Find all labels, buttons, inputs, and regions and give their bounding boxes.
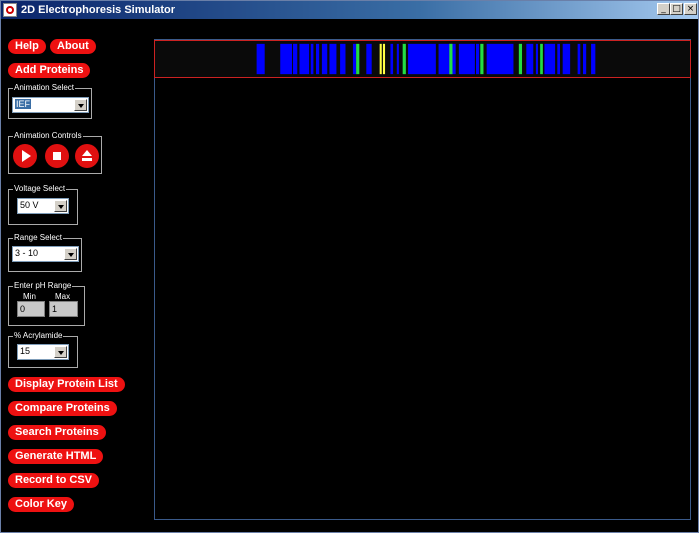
about-button[interactable]: About <box>50 39 96 54</box>
protein-band <box>476 43 480 75</box>
protein-band <box>292 43 298 75</box>
eject-icon <box>82 150 92 156</box>
ief-strip[interactable] <box>154 40 691 78</box>
protein-band <box>577 43 581 75</box>
animation-select-dropdown[interactable]: IEF <box>12 97 89 113</box>
range-select-dropdown[interactable]: 3 - 10 <box>12 246 79 262</box>
protein-band <box>449 43 453 75</box>
minimize-button[interactable]: _ <box>657 3 670 15</box>
ph-max-input[interactable]: 1 <box>49 301 78 317</box>
protein-band <box>535 43 538 75</box>
protein-band <box>321 43 328 75</box>
protein-band <box>366 43 372 75</box>
protein-band <box>518 43 523 75</box>
ph-range-group: Enter pH Range Min Max 0 1 <box>8 281 85 326</box>
generate-html-button[interactable]: Generate HTML <box>8 449 104 464</box>
record-to-csv-button[interactable]: Record to CSV <box>8 473 100 488</box>
protein-band <box>540 43 543 75</box>
color-key-button[interactable]: Color Key <box>8 497 74 512</box>
voltage-select-label: Voltage Select <box>13 184 67 194</box>
add-proteins-button[interactable]: Add Proteins <box>8 63 91 78</box>
acrylamide-dropdown[interactable]: 15 <box>17 344 69 360</box>
protein-band <box>544 43 556 75</box>
chevron-down-icon[interactable] <box>54 200 67 212</box>
animation-select-group: Animation Select IEF <box>8 83 92 119</box>
protein-band <box>402 43 406 75</box>
protein-band <box>562 43 571 75</box>
window-title: 2D Electrophoresis Simulator <box>21 4 176 16</box>
animation-controls-label: Animation Controls <box>13 131 83 141</box>
protein-band <box>591 43 596 75</box>
ph-range-label: Enter pH Range <box>13 281 73 291</box>
animation-select-value: IEF <box>15 99 32 109</box>
close-button[interactable]: × <box>684 3 697 15</box>
ph-max-label: Max <box>55 292 71 301</box>
voltage-select-dropdown[interactable]: 50 V <box>17 198 69 214</box>
protein-band <box>396 43 399 75</box>
stop-button[interactable] <box>45 144 69 168</box>
chevron-down-icon[interactable] <box>74 99 87 111</box>
compare-proteins-button[interactable]: Compare Proteins <box>8 401 117 416</box>
chevron-down-icon[interactable] <box>64 248 77 260</box>
protein-band <box>382 43 386 75</box>
app-window: 2D Electrophoresis Simulator _ □ × Help … <box>0 0 699 533</box>
app-icon <box>3 3 17 17</box>
protein-band <box>329 43 337 75</box>
protein-band <box>486 43 514 75</box>
protein-band <box>280 43 292 75</box>
title-bar[interactable]: 2D Electrophoresis Simulator _ □ × <box>1 1 698 19</box>
protein-band <box>557 43 560 75</box>
acrylamide-group: % Acrylamide 15 <box>8 331 78 368</box>
ph-min-input[interactable]: 0 <box>17 301 45 317</box>
range-select-value: 3 - 10 <box>15 248 39 258</box>
protein-band <box>352 43 357 75</box>
protein-band <box>379 43 382 75</box>
animation-select-label: Animation Select <box>13 83 76 93</box>
range-select-group: Range Select 3 - 10 <box>8 233 82 272</box>
display-protein-list-button[interactable]: Display Protein List <box>8 377 125 392</box>
ph-min-label: Min <box>23 292 36 301</box>
ief-bands <box>256 43 596 75</box>
protein-band <box>458 43 475 75</box>
acrylamide-label: % Acrylamide <box>13 331 64 341</box>
protein-band <box>526 43 534 75</box>
animation-controls-group: Animation Controls <box>8 131 102 174</box>
protein-band <box>438 43 456 75</box>
protein-band <box>390 43 394 75</box>
protein-band <box>408 43 436 75</box>
range-select-label: Range Select <box>13 233 64 243</box>
protein-band <box>340 43 346 75</box>
voltage-select-value: 50 V <box>20 200 39 210</box>
protein-band <box>299 43 310 75</box>
protein-band <box>356 43 360 75</box>
protein-band <box>310 43 314 75</box>
protein-band <box>256 43 265 75</box>
protein-band <box>583 43 587 75</box>
chevron-down-icon[interactable] <box>54 346 67 358</box>
maximize-button[interactable]: □ <box>670 3 683 15</box>
voltage-select-group: Voltage Select 50 V <box>8 184 78 225</box>
protein-band <box>480 43 484 75</box>
acrylamide-value: 15 <box>20 346 31 356</box>
search-proteins-button[interactable]: Search Proteins <box>8 425 106 440</box>
protein-band <box>315 43 320 75</box>
eject-button[interactable] <box>75 144 99 168</box>
help-button[interactable]: Help <box>8 39 46 54</box>
play-button[interactable] <box>13 144 37 168</box>
gel-canvas[interactable] <box>154 39 691 520</box>
